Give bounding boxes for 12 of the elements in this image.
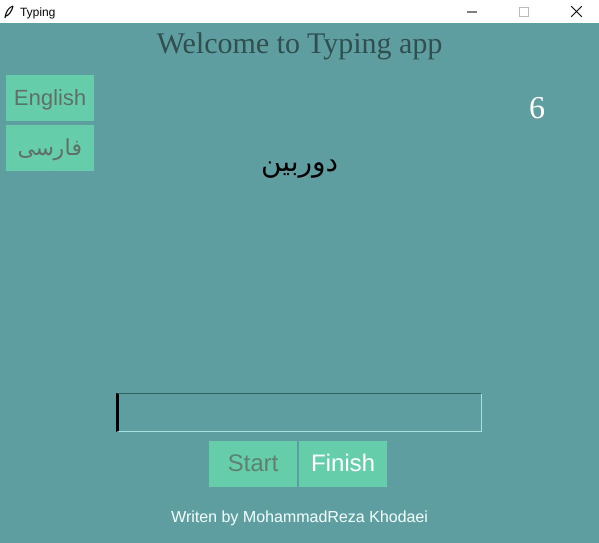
counter: 6 <box>529 89 546 126</box>
window-title: Typing <box>20 4 56 18</box>
app-heading: Welcome to Typing app <box>156 27 442 61</box>
feather-icon <box>4 4 14 18</box>
maximize-icon <box>519 6 529 16</box>
language-button[interactable]: فارسی <box>6 125 94 171</box>
input-field[interactable] <box>116 393 482 432</box>
action-button[interactable]: Finish <box>299 441 387 487</box>
language-button[interactable]: English <box>6 75 94 121</box>
footer-credit: Writen by MohammadReza Khodaei <box>171 509 428 527</box>
close-icon <box>570 6 582 17</box>
target-word: دوربین <box>260 145 338 178</box>
